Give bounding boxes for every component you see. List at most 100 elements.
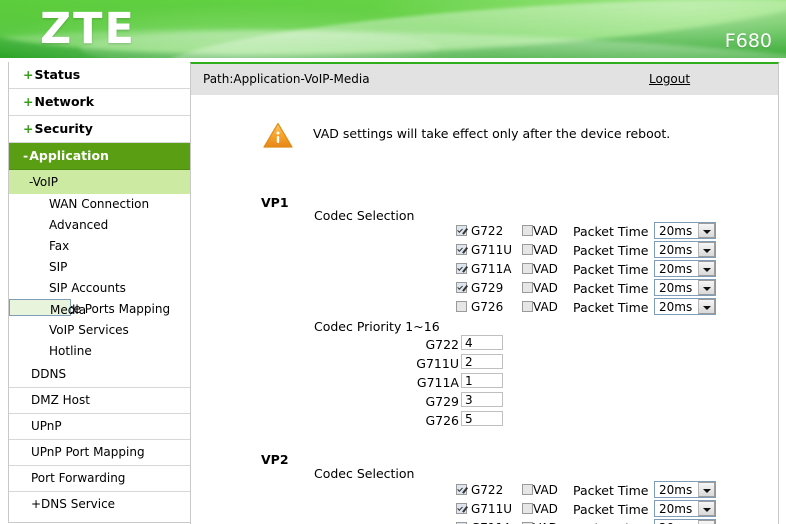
codec-row: G711U <box>456 502 512 520</box>
priority-value: 1 <box>465 374 473 388</box>
sidebar-item-label: VoIP <box>32 175 59 189</box>
expand-plus-icon: + <box>23 94 34 109</box>
sidebar-nav: +Status +Network +Security -Application … <box>8 62 192 523</box>
codec-checkbox-g711u[interactable] <box>456 244 467 255</box>
priority-input-g726[interactable]: 5 <box>461 411 503 426</box>
priority-input-g711a[interactable]: 1 <box>461 373 503 388</box>
sidebar-item-application[interactable]: -Application <box>9 143 191 170</box>
expand-plus-icon: + <box>23 67 34 82</box>
sidebar-item-fax[interactable]: Fax <box>9 236 191 257</box>
vad-group: VAD <box>522 281 558 295</box>
packet-time-select[interactable]: 20ms <box>654 241 716 258</box>
codec-checkbox-g711a[interactable] <box>456 263 467 274</box>
codec-row: G711A <box>456 262 511 280</box>
vad-group: VAD <box>522 262 558 276</box>
packet-time-value: 20ms <box>659 300 693 314</box>
vp1-codec-selection-label: Codec Selection <box>314 208 415 223</box>
chevron-down-icon[interactable] <box>698 482 715 497</box>
vad-checkbox[interactable] <box>522 225 533 236</box>
sidebar-item-dmz-host[interactable]: DMZ Host <box>9 388 191 414</box>
vad-group: VAD <box>522 300 558 314</box>
packet-time-label: Packet Time <box>573 243 649 258</box>
priority-value: 2 <box>465 355 473 369</box>
priority-input-g729[interactable]: 3 <box>461 392 503 407</box>
logout-link[interactable]: Logout <box>649 72 690 86</box>
packet-time-value: 20ms <box>659 243 693 257</box>
packet-time-select[interactable]: 20ms <box>654 481 716 498</box>
priority-input-g722[interactable]: 4 <box>461 335 503 350</box>
vad-checkbox[interactable] <box>522 263 533 274</box>
packet-time-select[interactable]: 20ms <box>654 500 716 517</box>
packet-time-select[interactable]: 20ms <box>654 279 716 296</box>
sidebar-item-sip[interactable]: SIP <box>9 257 191 278</box>
sidebar-item-status[interactable]: +Status <box>9 62 191 89</box>
vad-checkbox[interactable] <box>522 503 533 514</box>
banner-wave-3 <box>79 18 786 58</box>
priority-label: G711A <box>416 375 459 390</box>
sidebar-item-hotline[interactable]: Hotline <box>9 341 191 362</box>
sidebar-item-port-forwarding[interactable]: Port Forwarding <box>9 466 191 492</box>
sidebar-item-advanced[interactable]: Advanced <box>9 215 191 236</box>
codec-checkbox-g711u[interactable] <box>456 503 467 514</box>
sidebar-item-upnp-port-mapping[interactable]: UPnP Port Mapping <box>9 440 191 466</box>
sidebar-item-security[interactable]: +Security <box>9 116 191 143</box>
chevron-down-icon[interactable] <box>698 299 715 314</box>
codec-row: G726 <box>456 300 503 318</box>
packet-time-value: 20ms <box>659 502 693 516</box>
vad-checkbox[interactable] <box>522 484 533 495</box>
packet-time-select[interactable]: 20ms <box>654 222 716 239</box>
codec-checkbox-g722[interactable] <box>456 225 467 236</box>
priority-label: G711U <box>416 356 459 371</box>
codec-checkbox-g726[interactable] <box>456 301 467 312</box>
priority-value: 5 <box>465 412 473 426</box>
codec-priority-label: Codec Priority 1~16 <box>314 319 440 334</box>
priority-input-g711u[interactable]: 2 <box>461 354 503 369</box>
vp2-codec-selection-label: Codec Selection <box>314 466 415 481</box>
vad-label: VAD <box>533 224 558 238</box>
sidebar-item-media[interactable]: Media <box>9 299 86 317</box>
zte-logo: ZTE <box>40 4 136 54</box>
sidebar-item-dns-service[interactable]: +DNS Service <box>9 492 191 517</box>
sidebar-item-network[interactable]: +Network <box>9 89 191 116</box>
vp1-label: VP1 <box>261 195 289 210</box>
priority-label: G726 <box>425 413 459 428</box>
breadcrumb: Path:Application-VoIP-Media <box>203 72 370 86</box>
packet-time-select[interactable]: 20ms <box>654 298 716 315</box>
chevron-down-icon[interactable] <box>698 501 715 516</box>
chevron-down-icon[interactable] <box>698 242 715 257</box>
codec-label: G726 <box>471 300 504 314</box>
packet-time-label: Packet Time <box>573 300 649 315</box>
sidebar-item-wan-connection[interactable]: WAN Connection <box>9 194 191 215</box>
codec-row: G729 <box>456 281 503 299</box>
vad-group: VAD <box>522 224 558 238</box>
codec-label: G711A <box>471 262 512 276</box>
router-admin-page: ZTE F680 +Status +Network +Security -App… <box>0 0 786 524</box>
chevron-down-icon[interactable] <box>698 261 715 276</box>
priority-value: 3 <box>465 393 473 407</box>
chevron-down-icon[interactable] <box>698 520 715 524</box>
codec-row: G711U <box>456 243 512 261</box>
packet-time-select[interactable]: 20ms <box>654 519 716 524</box>
vad-group: VAD <box>522 502 558 516</box>
priority-label: G722 <box>425 337 459 352</box>
codec-label: G722 <box>471 483 504 497</box>
packet-time-label: Packet Time <box>573 483 649 498</box>
packet-time-label: Packet Time <box>573 502 649 517</box>
sidebar-item-voip-services[interactable]: VoIP Services <box>9 320 191 341</box>
packet-time-select[interactable]: 20ms <box>654 260 716 277</box>
chevron-down-icon[interactable] <box>698 280 715 295</box>
sidebar-item-sip-accounts[interactable]: SIP Accounts <box>9 278 191 299</box>
codec-checkbox-g729[interactable] <box>456 282 467 293</box>
sidebar-item-voip[interactable]: -VoIP <box>9 170 191 194</box>
notice-message: VAD settings will take effect only after… <box>313 126 671 141</box>
sidebar-item-upnp[interactable]: UPnP <box>9 414 191 440</box>
vad-checkbox[interactable] <box>522 301 533 312</box>
vad-label: VAD <box>533 243 558 257</box>
content-panel: Path:Application-VoIP-Media Logout VAD s… <box>190 62 779 524</box>
chevron-down-icon[interactable] <box>698 223 715 238</box>
sidebar-item-label: Security <box>34 121 93 136</box>
sidebar-item-ddns[interactable]: DDNS <box>9 362 191 388</box>
vad-checkbox[interactable] <box>522 282 533 293</box>
vad-checkbox[interactable] <box>522 244 533 255</box>
codec-checkbox-g722[interactable] <box>456 484 467 495</box>
